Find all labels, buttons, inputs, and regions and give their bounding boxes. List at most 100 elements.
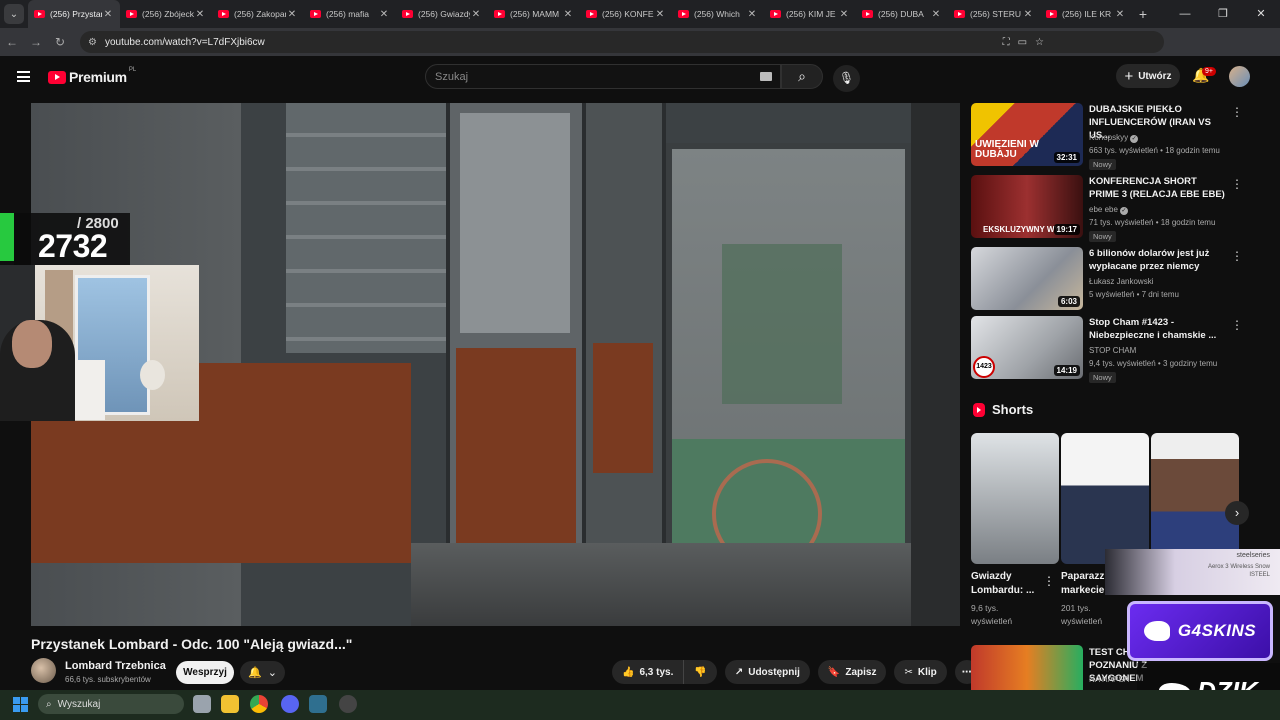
share-button[interactable]: ↗ Udostępnij — [724, 660, 810, 684]
close-window-icon[interactable]: ✕ — [1242, 0, 1280, 28]
browser-toolbar: ← → ↻ ⚙ youtube.com/watch?v=L7dFXjbi6cw … — [0, 28, 1280, 77]
new-tab-button[interactable]: + — [1132, 6, 1154, 22]
close-icon[interactable]: ✕ — [1022, 9, 1034, 20]
close-icon[interactable]: ✕ — [930, 9, 942, 20]
file-explorer-icon[interactable] — [221, 695, 239, 713]
short-thumbnail[interactable] — [1061, 433, 1149, 564]
youtube-favicon-icon — [310, 10, 321, 18]
browser-tab[interactable]: (256) Gwiazdy ✕ — [396, 0, 488, 28]
short-title[interactable]: Gwiazdy Lombardu: ... — [971, 570, 1041, 598]
video-thumbnail[interactable]: EKSKLUZYWNY WY 19:17 — [971, 175, 1083, 238]
close-icon[interactable]: ✕ — [562, 9, 574, 20]
support-button[interactable]: Wesprzyj — [176, 661, 234, 684]
discord-icon[interactable] — [281, 695, 299, 713]
site-info-icon[interactable]: ⚙ — [88, 37, 97, 48]
browser-tab[interactable]: (256) MAMM ✕ — [488, 0, 580, 28]
youtube-logo[interactable]: Premium PL — [48, 67, 136, 85]
more-vertical-icon[interactable]: ⋮ — [1231, 105, 1243, 119]
youtube-header: Premium PL Szukaj ⌕ — [0, 56, 1280, 98]
video-duration: 32:31 — [1053, 152, 1080, 163]
video-thumbnail[interactable]: 1423 14:19 — [971, 316, 1083, 379]
shorts-next-button[interactable]: › — [1225, 501, 1249, 525]
youtube-favicon-icon — [494, 10, 505, 18]
account-avatar[interactable] — [1229, 66, 1250, 87]
save-button[interactable]: 🔖 Zapisz — [817, 660, 887, 684]
restore-icon[interactable]: ❐ — [1204, 0, 1242, 28]
recommended-video[interactable]: EKSKLUZYWNY WY 19:17 KONFERENCJA SHORT P… — [971, 175, 1243, 242]
tab-search-button[interactable]: ⌄ — [4, 4, 24, 24]
translate-icon[interactable]: ⛶ — [1003, 37, 1010, 48]
recommended-video[interactable]: 6:03 6 bilionów dolarów jest już wypłaca… — [971, 247, 1243, 313]
more-vertical-icon[interactable]: ⋮ — [1231, 318, 1243, 332]
video-thumbnail[interactable] — [971, 645, 1083, 690]
minimize-icon[interactable]: — — [1166, 0, 1204, 28]
close-icon[interactable]: ✕ — [470, 9, 482, 20]
browser-tab[interactable]: (256) ILE KR ✕ — [1040, 0, 1132, 28]
browser-tab[interactable]: (256) STERU ✕ — [948, 0, 1040, 28]
chrome-icon[interactable] — [250, 695, 268, 713]
short-thumbnail[interactable] — [1151, 433, 1239, 564]
voice-search-button[interactable]: 🎙 — [833, 65, 860, 92]
video-title[interactable]: 6 bilionów dolarów jest już wypłacane pr… — [1089, 247, 1227, 273]
browser-tab[interactable]: (256) KIM JE ✕ — [764, 0, 856, 28]
browser-tab[interactable]: (256) mafia ✕ — [304, 0, 396, 28]
search-button[interactable]: ⌕ — [781, 64, 823, 89]
notification-settings-button[interactable]: 🔔 ⌄ — [240, 661, 285, 684]
close-icon[interactable]: ✕ — [286, 9, 298, 20]
browser-tab[interactable]: (256) Zbójecki ✕ — [120, 0, 212, 28]
back-icon[interactable]: ← — [0, 35, 24, 49]
channel-name[interactable]: STOP CHAM — [1089, 346, 1136, 355]
shorts-icon — [973, 402, 985, 417]
channel-name[interactable]: Konopskyy ✓ — [1089, 133, 1139, 143]
task-view-icon[interactable] — [193, 695, 211, 713]
close-icon[interactable]: ✕ — [378, 9, 390, 20]
close-icon[interactable]: ✕ — [1114, 9, 1126, 20]
channel-name[interactable]: ebe ebe ✓ — [1089, 205, 1128, 215]
channel-name[interactable]: Łukasz Jankowski — [1089, 277, 1153, 286]
browser-tab[interactable]: (256) Zakopane✕ — [212, 0, 304, 28]
forward-icon[interactable]: → — [24, 35, 48, 49]
obs-icon[interactable] — [339, 695, 357, 713]
close-icon[interactable]: ✕ — [838, 9, 850, 20]
short-thumbnail[interactable] — [971, 433, 1059, 564]
dislike-button[interactable]: 👎 — [684, 660, 717, 684]
windows-start-icon[interactable] — [13, 697, 28, 712]
browser-tab[interactable]: (256) DUBA ✕ — [856, 0, 948, 28]
like-button[interactable]: 👍 6,3 tys. — [612, 660, 685, 684]
short-views: 9,6 tys. wyświetleń — [971, 603, 1013, 626]
hamburger-menu-icon[interactable] — [17, 71, 30, 82]
more-vertical-icon[interactable]: ⋮ — [1231, 249, 1243, 263]
browser-tab[interactable]: (256) KONFE ✕ — [580, 0, 672, 28]
create-button[interactable]: + Utwórz — [1116, 64, 1180, 88]
close-icon[interactable]: ✕ — [102, 9, 114, 20]
address-bar[interactable]: ⚙ youtube.com/watch?v=L7dFXjbi6cw ⛶ ▭ ☆ — [80, 31, 1164, 53]
channel-name[interactable]: Lombard Trzebnica — [65, 660, 166, 672]
recommended-video[interactable]: 1423 14:19 Stop Cham #1423 - Niebezpiecz… — [971, 316, 1243, 383]
video-thumbnail[interactable]: 6:03 — [971, 247, 1083, 310]
recommended-video[interactable]: UWIĘZIENI W DUBAJU 32:31 DUBAJSKIE PIEKŁ… — [971, 103, 1243, 170]
close-icon[interactable]: ✕ — [746, 9, 758, 20]
close-icon[interactable]: ✕ — [194, 9, 206, 20]
steelseries-ad: steelseries Aerox 3 Wireless Snow ISTEEL — [1105, 549, 1280, 595]
app-icon[interactable] — [309, 695, 327, 713]
taskbar-search[interactable]: ⌕ Wyszukaj — [38, 694, 184, 714]
reload-icon[interactable]: ↻ — [48, 35, 72, 49]
bookmark-star-icon[interactable]: ☆ — [1035, 37, 1044, 48]
keyboard-icon[interactable] — [760, 72, 772, 81]
close-icon[interactable]: ✕ — [654, 9, 666, 20]
channel-avatar[interactable] — [31, 658, 56, 683]
browser-tab[interactable]: (256) Which ✕ — [672, 0, 764, 28]
search-input[interactable]: Szukaj — [425, 64, 781, 89]
channel-name[interactable]: NA HAPSA — [1089, 675, 1129, 684]
short-views: 201 tys. wyświetleń — [1061, 603, 1103, 626]
cast-icon[interactable]: ▭ — [1018, 37, 1027, 48]
youtube-play-icon — [48, 70, 66, 84]
more-vertical-icon[interactable]: ⋮ — [1231, 177, 1243, 191]
video-title[interactable]: KONFERENCJA SHORT PRIME 3 (RELACJA EBE E… — [1089, 175, 1227, 201]
browser-tab[interactable]: (256) Przystanek✕ — [28, 0, 120, 28]
more-vertical-icon[interactable]: ⋮ — [1043, 574, 1055, 588]
video-thumbnail[interactable]: UWIĘZIENI W DUBAJU 32:31 — [971, 103, 1083, 166]
clip-button[interactable]: ✂ Klip — [894, 660, 947, 684]
video-title[interactable]: Stop Cham #1423 - Niebezpieczne i chamsk… — [1089, 316, 1227, 342]
new-badge: Nowy — [1089, 159, 1116, 170]
